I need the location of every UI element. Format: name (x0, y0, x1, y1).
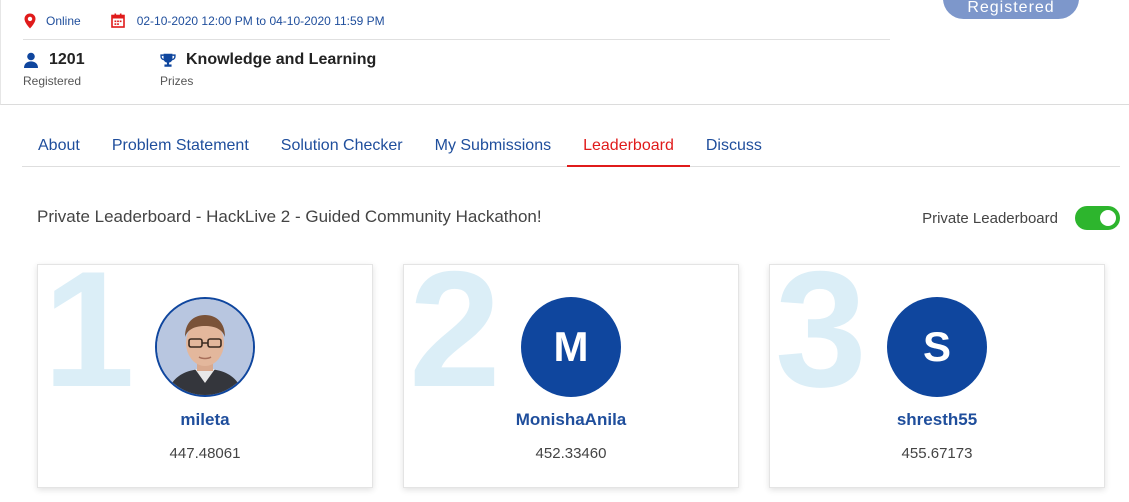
rank-number: 3 (775, 264, 867, 421)
avatar[interactable]: M (521, 297, 621, 397)
event-info-panel: Online 02-10-2020 12:00 PM to 04-10-2020… (0, 0, 1129, 105)
event-location: Online (46, 14, 81, 28)
registered-button[interactable]: Registered (943, 0, 1079, 19)
leaderboard-title: Private Leaderboard - HackLive 2 - Guide… (37, 207, 542, 226)
leaderboard-card-1: 1 mileta 447.48061 (37, 264, 373, 488)
tab-solution-checker[interactable]: Solution Checker (265, 124, 419, 167)
tab-about[interactable]: About (22, 124, 96, 167)
registered-stat: 1201 Registered (23, 50, 85, 88)
registered-label: Registered (23, 74, 82, 88)
avatar[interactable]: S (887, 297, 987, 397)
tab-problem-statement[interactable]: Problem Statement (96, 124, 265, 167)
user-icon (23, 52, 39, 68)
user-name[interactable]: MonishaAnila (404, 410, 738, 430)
rank-number: 1 (43, 264, 135, 421)
user-score: 455.67173 (901, 445, 973, 462)
user-photo-icon (157, 299, 253, 395)
avatar[interactable] (155, 297, 255, 397)
user-score: 452.33460 (535, 445, 607, 462)
calendar-icon (110, 13, 125, 29)
prizes-value: Knowledge and Learning (186, 51, 377, 68)
toggle-knob (1100, 210, 1116, 226)
private-leaderboard-label: Private Leaderboard (922, 209, 1058, 227)
prizes-label: Prizes (160, 74, 194, 88)
event-date-range: 02-10-2020 12:00 PM to 04-10-2020 11:59 … (136, 14, 385, 28)
leaderboard-card-2: 2 M MonishaAnila 452.33460 (403, 264, 739, 488)
leaderboard-toggle-group: Private Leaderboard (922, 206, 1120, 230)
hackathon-tabs: About Problem Statement Solution Checker… (22, 124, 1120, 167)
leaderboard-card-3: 3 S shresth55 455.67173 (769, 264, 1105, 488)
meta-divider (23, 39, 890, 40)
private-leaderboard-toggle[interactable] (1075, 206, 1120, 230)
rank-number: 2 (409, 264, 501, 421)
user-score: 447.48061 (169, 445, 241, 462)
user-name[interactable]: mileta (38, 410, 372, 430)
event-meta-row: Online 02-10-2020 12:00 PM to 04-10-2020… (23, 11, 385, 31)
user-name[interactable]: shresth55 (770, 410, 1104, 430)
tab-discuss[interactable]: Discuss (690, 124, 778, 167)
trophy-icon (160, 52, 176, 68)
prizes-stat: Knowledge and Learning Prizes (160, 50, 376, 88)
map-pin-icon (23, 13, 37, 29)
tab-leaderboard[interactable]: Leaderboard (567, 124, 690, 167)
registered-count: 1201 (49, 51, 85, 68)
tab-my-submissions[interactable]: My Submissions (419, 124, 567, 167)
